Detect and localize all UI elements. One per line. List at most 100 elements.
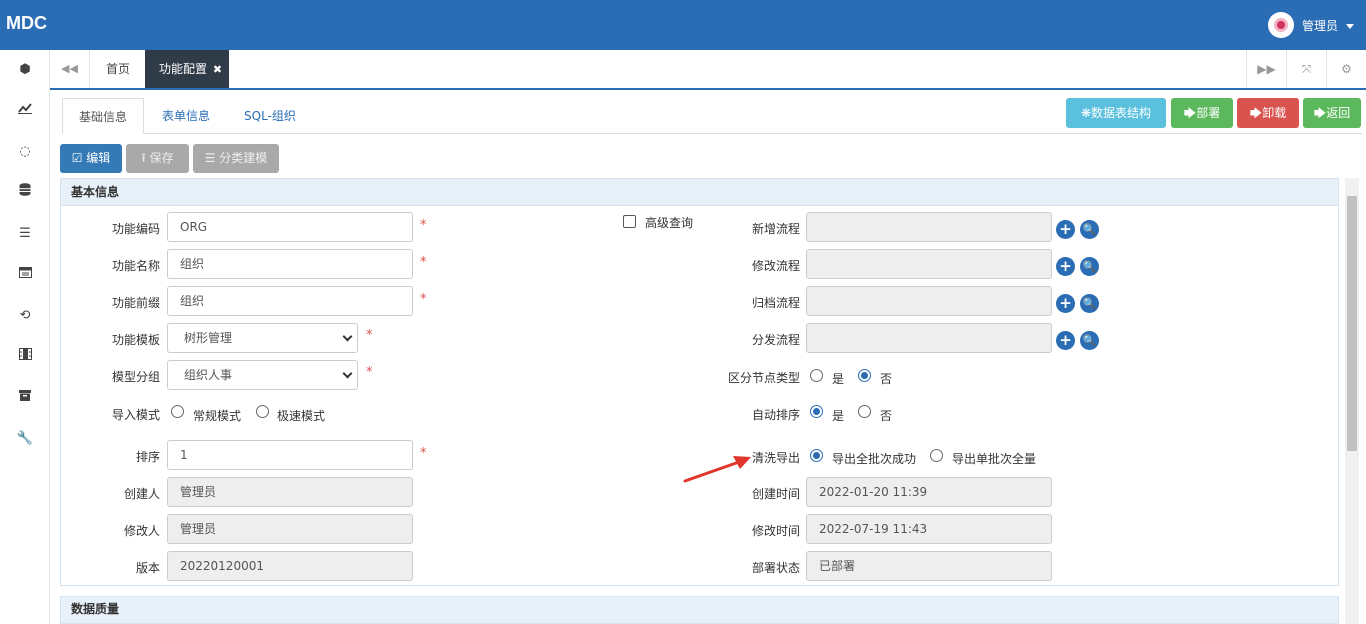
scrollbar-thumb[interactable] (1347, 196, 1357, 451)
node-type-no-label: 否 (880, 372, 893, 386)
fullscreen-icon[interactable]: ⤧ (1286, 50, 1326, 88)
top-bar: MDC 管理员 (0, 0, 1366, 50)
version-label: 版本 (135, 561, 160, 575)
gear-icon[interactable]: ⚙ (1326, 50, 1366, 88)
sidebar-list-icon[interactable]: ☰ (0, 224, 50, 244)
caret-down-icon (1346, 23, 1354, 29)
modifier-label: 修改人 (123, 524, 160, 538)
creator-field: 管理员 (167, 477, 413, 507)
clean-export-all-batches-radio[interactable] (810, 449, 823, 462)
dist-flow-plus-icon[interactable]: + (1056, 331, 1075, 350)
code-label: 功能编码 (111, 222, 160, 236)
tab-function-config-label: 功能配置 (159, 62, 208, 76)
template-value: 树形管理 (184, 331, 233, 345)
edit-flow-search-icon[interactable]: 🔍 (1080, 257, 1099, 276)
prefix-input[interactable]: 组织 (167, 286, 413, 316)
dist-flow-field[interactable] (806, 323, 1052, 353)
close-icon[interactable]: ✖ (213, 63, 222, 76)
avatar (1267, 12, 1294, 38)
auto-sort-label: 自动排序 (751, 408, 800, 422)
advanced-query-checkbox[interactable] (623, 215, 636, 228)
template-label: 功能模板 (111, 333, 160, 347)
add-flow-plus-icon[interactable]: + (1056, 220, 1075, 239)
subtab-basic-info[interactable]: 基础信息 (62, 98, 145, 134)
archive-flow-field[interactable] (806, 286, 1052, 316)
template-select[interactable]: 树形管理 (167, 323, 358, 353)
node-type-yes-radio[interactable] (810, 369, 823, 382)
advanced-query-label: 高级查询 (645, 216, 694, 230)
sidebar-home-icon[interactable]: ⬢ (0, 60, 50, 80)
version-field: 20220120001 (167, 551, 413, 581)
import-mode-normal-radio[interactable] (171, 405, 184, 418)
required-mark: * (420, 292, 427, 307)
dist-flow-search-icon[interactable]: 🔍 (1080, 331, 1099, 350)
node-type-no-radio[interactable] (858, 369, 871, 382)
chevron-down-icon (342, 331, 353, 342)
modified-time-field: 2022-07-19 11:43 (806, 514, 1052, 544)
back-button[interactable]: 🡆返回 (1303, 98, 1361, 128)
edit-button[interactable]: ☑ 编辑 (60, 144, 122, 173)
list-icon: ☰ (204, 151, 220, 165)
clean-export-single-batch-radio[interactable] (930, 449, 943, 462)
deploy-status-field: 已部署 (806, 551, 1052, 581)
created-time-field: 2022-01-20 11:39 (806, 477, 1052, 507)
auto-sort-yes-radio[interactable] (810, 405, 823, 418)
user-name: 管理员 (1301, 18, 1338, 33)
app-logo: MDC (6, 13, 47, 33)
data-quality-panel-title: 数据质量 (60, 596, 1339, 624)
archive-flow-label: 归档流程 (751, 296, 800, 310)
group-select[interactable]: 组织人事 (167, 360, 358, 390)
add-flow-search-icon[interactable]: 🔍 (1080, 220, 1099, 239)
uninstall-button[interactable]: 🡆卸载 (1237, 98, 1299, 128)
tab-scroll-left-icon[interactable]: ◀◀ (50, 50, 90, 88)
deploy-status-label: 部署状态 (751, 561, 800, 575)
sidebar-database-icon[interactable] (0, 183, 50, 203)
sidebar-spinner-icon[interactable]: ◌ (0, 142, 50, 162)
edit-flow-plus-icon[interactable]: + (1056, 257, 1075, 276)
name-label: 功能名称 (111, 259, 160, 273)
chevron-down-icon (342, 368, 353, 379)
sidebar-wrench-icon[interactable]: 🔧 (0, 429, 50, 449)
add-flow-label: 新增流程 (751, 222, 800, 236)
node-type-yes-label: 是 (832, 372, 845, 386)
location-pin-icon (1273, 18, 1288, 32)
node-type-label: 区分节点类型 (727, 371, 800, 385)
tab-home[interactable]: 首页 (91, 50, 145, 88)
edit-flow-field[interactable] (806, 249, 1052, 279)
classify-model-button[interactable]: ☰ 分类建模 (193, 144, 279, 173)
classify-model-label: 分类建模 (219, 151, 268, 165)
group-label: 模型分组 (111, 370, 160, 384)
sidebar-film-icon[interactable] (0, 347, 50, 367)
sidebar-chart-icon[interactable] (0, 101, 50, 121)
sidebar-archive-icon[interactable] (0, 388, 50, 408)
import-mode-normal-label: 常规模式 (193, 409, 242, 423)
sidebar-card-icon[interactable] (0, 265, 50, 285)
annotation-arrow-icon (683, 456, 751, 483)
subtab-sql[interactable]: SQL-组织 (244, 98, 296, 134)
archive-flow-plus-icon[interactable]: + (1056, 294, 1075, 313)
auto-sort-no-radio[interactable] (858, 405, 871, 418)
deploy-button[interactable]: 🡆部署 (1171, 98, 1233, 128)
subtab-form-info[interactable]: 表单信息 (162, 98, 210, 134)
sort-input[interactable]: 1 (167, 440, 413, 470)
edit-label: 编辑 (86, 151, 111, 165)
save-label: 保存 (149, 151, 174, 165)
auto-sort-no-label: 否 (880, 409, 893, 423)
add-flow-field[interactable] (806, 212, 1052, 242)
sidebar: ⬢ ◌ ☰ ⟲ 🔧 (0, 50, 50, 624)
tab-function-config[interactable]: 功能配置 ✖ (145, 50, 229, 88)
created-time-label: 创建时间 (751, 487, 800, 501)
sidebar-history-icon[interactable]: ⟲ (0, 306, 50, 326)
required-mark: * (420, 446, 427, 461)
import-mode-fast-radio[interactable] (256, 405, 269, 418)
clean-export-all-batches-label: 导出全批次成功 (832, 452, 917, 466)
clean-export-single-batch-label: 导出单批次全量 (952, 452, 1037, 466)
save-button[interactable]: ⭱ 保存 (126, 144, 189, 173)
name-input[interactable]: 组织 (167, 249, 413, 279)
modifier-field: 管理员 (167, 514, 413, 544)
user-menu[interactable]: 管理员 (1267, 12, 1354, 38)
archive-flow-search-icon[interactable]: 🔍 (1080, 294, 1099, 313)
table-structure-button[interactable]: ❋数据表结构 (1066, 98, 1166, 128)
tab-scroll-right-icon[interactable]: ▶▶ (1246, 50, 1286, 88)
code-input[interactable]: ORG (167, 212, 413, 242)
